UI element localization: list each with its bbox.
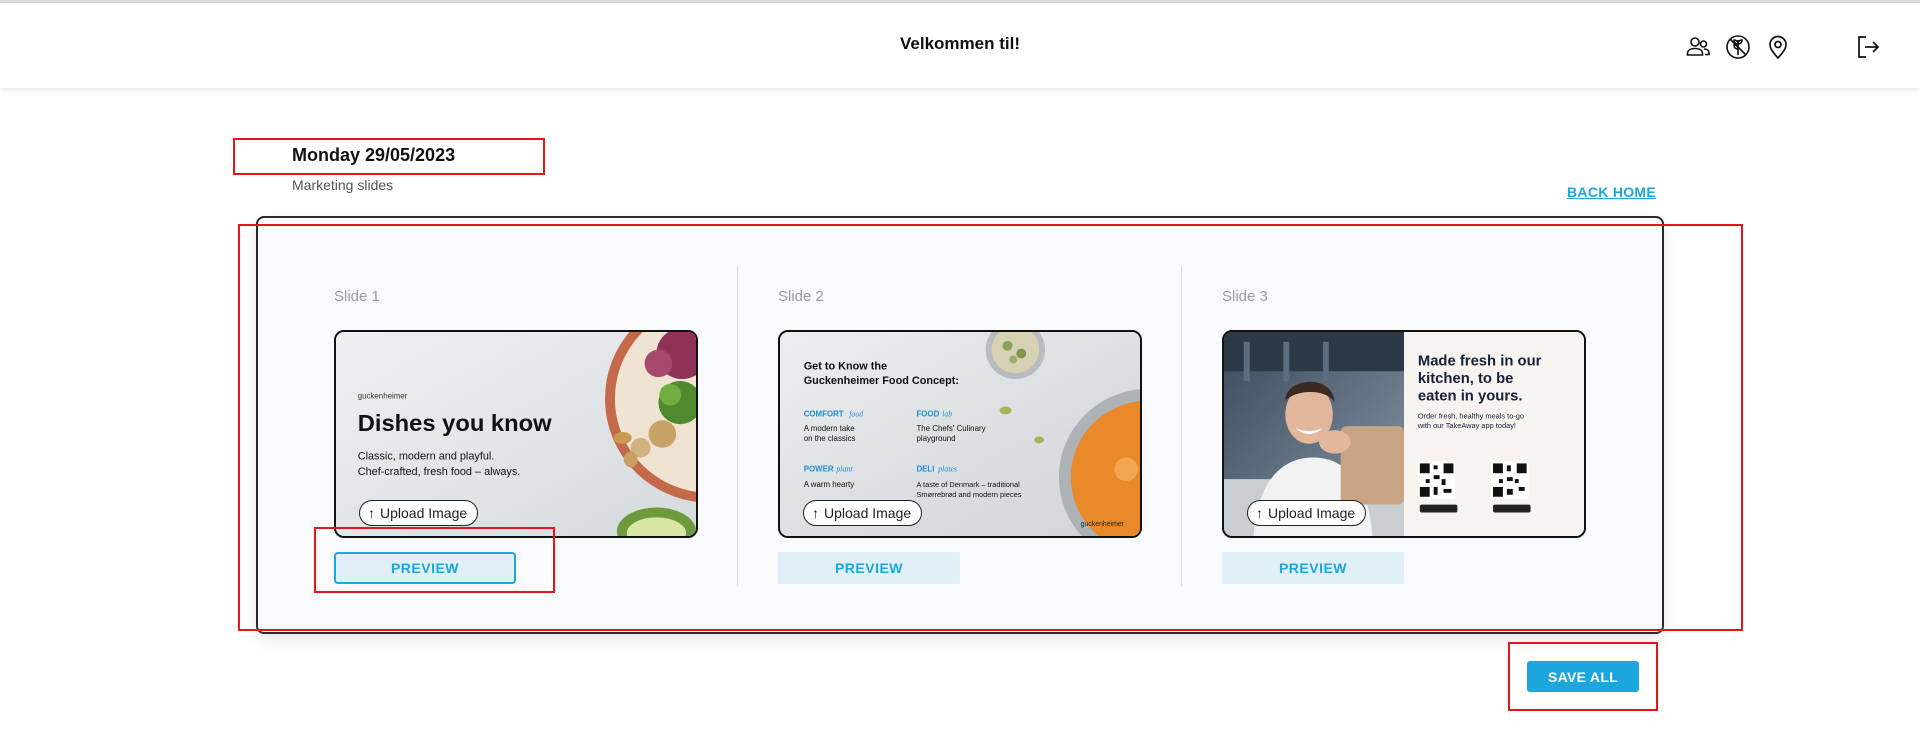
slide-1-brand: guckenheimer <box>358 392 408 401</box>
logout-icon[interactable] <box>1854 33 1882 61</box>
qr-code-left <box>1417 461 1458 513</box>
slide-label: Slide 1 <box>334 288 380 305</box>
slide-2-brand: guckenheimer <box>1081 521 1125 528</box>
preview-button[interactable]: PREVIEW <box>778 552 960 584</box>
slide-2-headline-1: Get to Know the <box>804 360 887 372</box>
slide-2-c2-tag: lab <box>942 409 952 418</box>
slide-2-c4-line2: Smørrebrød and modern pieces <box>916 490 1021 499</box>
slide-card: Slide 1 guckenheimer Dishes you know Cla… <box>256 266 700 586</box>
upload-image-button[interactable]: ↑ Upload Image <box>359 500 479 526</box>
slide-3-line2: with our TakeAway app today! <box>1417 421 1516 430</box>
slide-3-headline-3: eaten in yours. <box>1418 389 1523 405</box>
upload-arrow-icon: ↑ <box>1256 505 1263 521</box>
slide-2-c3-title: POWER <box>804 464 834 473</box>
save-all-button[interactable]: SAVE ALL <box>1527 661 1639 692</box>
header-title: Velkommen til! <box>900 34 1020 53</box>
slide-2-headline-2: Guckenheimer Food Concept: <box>804 375 959 387</box>
slide-3-line1: Order fresh, healthy meals to-go <box>1418 411 1524 420</box>
preview-button[interactable]: PREVIEW <box>334 552 516 584</box>
slide-3-headline-2: kitchen, to be <box>1418 371 1514 387</box>
no-gluten-icon[interactable] <box>1724 33 1752 61</box>
slide-1-headline: Dishes you know <box>358 411 552 437</box>
users-icon[interactable] <box>1684 33 1712 61</box>
slide-thumbnail[interactable]: Made fresh in our kitchen, to be eaten i… <box>1222 330 1586 538</box>
slide-card: Slide 2 Get to Know the Guckenheimer Foo… <box>700 266 1144 586</box>
upload-image-button[interactable]: ↑ Upload Image <box>803 500 923 526</box>
upload-image-label: Upload Image <box>824 505 912 521</box>
back-home-link[interactable]: BACK HOME <box>1567 184 1656 200</box>
slide-thumbnail[interactable]: guckenheimer Dishes you know Classic, mo… <box>334 330 698 538</box>
slide-2-c1-line1: A modern take <box>804 424 856 433</box>
location-pin-icon[interactable] <box>1764 33 1792 61</box>
upload-arrow-icon: ↑ <box>812 505 819 521</box>
page-subtitle: Marketing slides <box>292 177 394 193</box>
upload-image-label: Upload Image <box>380 505 468 521</box>
slide-2-c4-tag: plates <box>937 464 957 473</box>
slide-1-line2: Chef-crafted, fresh food – always. <box>358 466 521 478</box>
slide-2-c1-line2: on the classics <box>804 434 856 443</box>
slide-2-c3-tag: plant <box>835 464 853 473</box>
upload-image-button[interactable]: ↑ Upload Image <box>1247 500 1367 526</box>
upload-image-label: Upload Image <box>1268 505 1356 521</box>
slide-2-c2-line1: The Chefs' Culinary <box>916 424 985 433</box>
slide-thumbnail[interactable]: Get to Know the Guckenheimer Food Concep… <box>778 330 1142 538</box>
slide-2-c3-line1: A warm hearty <box>804 480 855 489</box>
slide-1-line1: Classic, modern and playful. <box>358 451 495 463</box>
slide-2-c2-title: FOOD <box>916 409 939 418</box>
slide-2-c1-tag: food <box>849 409 863 418</box>
slide-2-c1-title: COMFORT <box>804 409 844 418</box>
app-header: Velkommen til! <box>0 3 1920 88</box>
qr-code-right <box>1491 461 1531 513</box>
slide-2-c2-line2: playground <box>916 434 955 443</box>
slide-label: Slide 2 <box>778 288 824 305</box>
upload-arrow-icon: ↑ <box>368 505 375 521</box>
slide-2-c4-line1: A taste of Denmark – traditional <box>916 480 1020 489</box>
slide-2-c4-title: DELI <box>916 464 934 473</box>
slide-card: Slide 3 Made fresh in our kitchen, to be… <box>1144 266 1588 586</box>
page-date-title: Monday 29/05/2023 <box>292 145 456 165</box>
preview-button[interactable]: PREVIEW <box>1222 552 1404 584</box>
slide-3-headline-1: Made fresh in our <box>1418 353 1542 369</box>
slide-label: Slide 3 <box>1222 288 1268 305</box>
